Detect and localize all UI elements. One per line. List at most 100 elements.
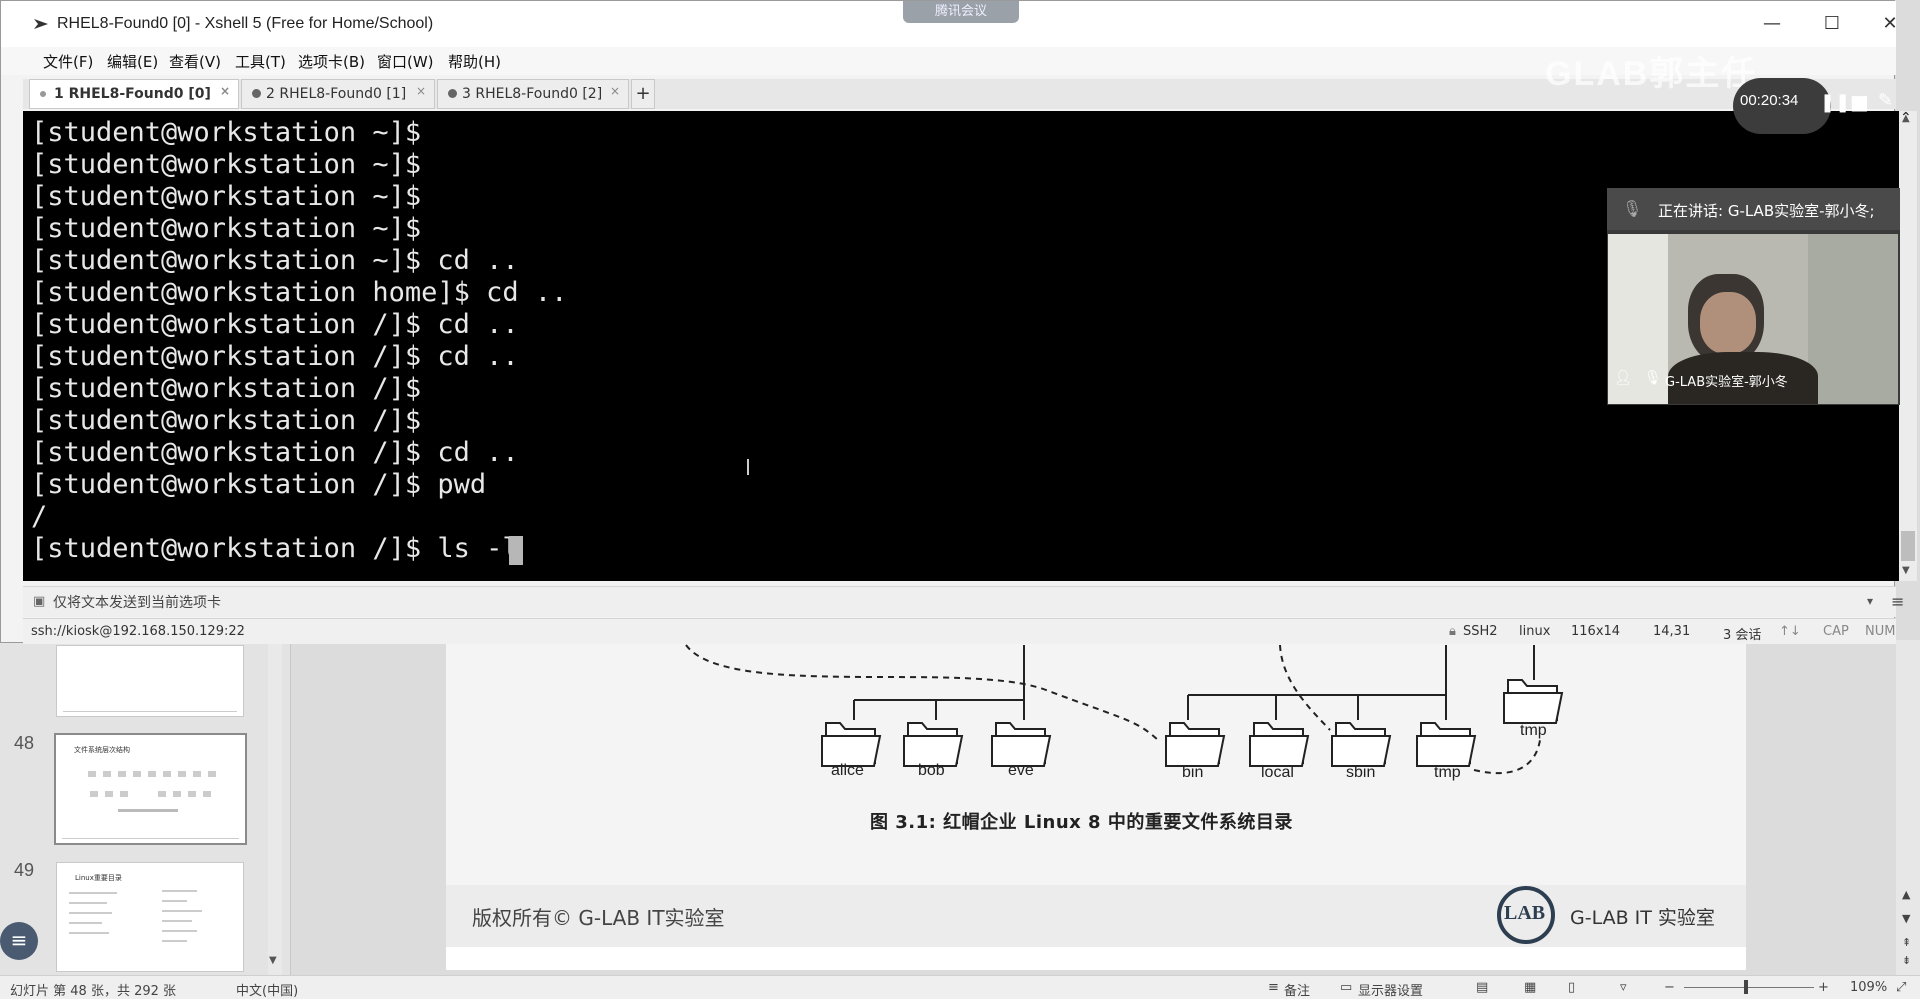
terminal-line: [student@workstation ~]$ (31, 213, 422, 244)
terminal-line: [student@workstation /]$ (31, 373, 422, 404)
slide-number: 48 (14, 733, 35, 753)
session-count: 3 会话 (1723, 628, 1762, 643)
scroll-down-icon[interactable]: ▼ (1902, 565, 1910, 576)
compose-menu-icon[interactable]: ≡ (1891, 592, 1904, 611)
user-icon: 👤︎ (1614, 370, 1632, 386)
terminal-line: [student@workstation /]$ cd .. (31, 437, 519, 468)
watermark: GLAB郭主任 (1545, 55, 1758, 93)
maximize-icon[interactable]: ☐ (1807, 9, 1857, 39)
normal-view-icon[interactable]: ▤ (1476, 980, 1488, 995)
terminal-line: [student@workstation /]$ (31, 405, 422, 436)
terminal-line: [student@workstation /]$ cd .. (31, 341, 519, 372)
fit-window-icon[interactable]: ⤢ (1896, 980, 1906, 995)
zoom-out-icon[interactable]: − (1664, 980, 1675, 995)
slideshow-icon[interactable]: ▿ (1620, 980, 1627, 995)
scroll-down-icon[interactable]: ▼ (1902, 912, 1910, 925)
tab-status-icon (40, 91, 46, 97)
recording-timer: 00:20:34 (1740, 92, 1799, 109)
terminal-line: [student@workstation /]$ pwd (31, 469, 487, 500)
folder-label: local (1261, 764, 1294, 781)
participant-face (1700, 292, 1756, 354)
participant-name: G-LAB实验室-郭小冬 (1665, 375, 1788, 390)
zoom-in-icon[interactable]: + (1818, 980, 1829, 995)
terminal-line: [student@workstation ~]$ (31, 181, 422, 212)
menu-window[interactable]: 窗口(W) (377, 51, 434, 72)
menu-edit[interactable]: 编辑(E) (107, 51, 158, 72)
collapse-icon[interactable]: ⌃ (1900, 110, 1912, 126)
terminal-scroll-thumb[interactable] (1901, 531, 1915, 561)
slide-vertical-scrollbar[interactable]: ▲ ▼ ⇞ ⇟ (1896, 640, 1920, 975)
thumbnail-scrollbar[interactable]: ▼ (268, 640, 282, 975)
microphone-icon: 🎙︎ (1644, 370, 1662, 386)
slide-thumbnail-49[interactable]: Linux重要目录 (56, 862, 244, 972)
compose-icon[interactable]: ▣ (33, 594, 45, 609)
reading-view-icon[interactable]: ▯ (1568, 980, 1575, 995)
slide-thumbnail-47[interactable] (56, 645, 244, 717)
close-icon[interactable]: ✕ (1865, 9, 1915, 39)
prev-slide-icon[interactable]: ⇞ (1902, 936, 1911, 949)
lock-icon: 🔒︎ (1449, 624, 1456, 639)
folder-label: eve (1008, 762, 1034, 779)
compose-bar[interactable]: ▣ ▾ ≡ (23, 586, 1904, 617)
scroll-down-icon[interactable]: ▼ (269, 955, 277, 966)
figure-caption: 图 3.1: 红帽企业 Linux 8 中的重要文件系统目录 (870, 812, 1293, 833)
slide-thumbnail-48[interactable]: 文件系统层次结构 (54, 733, 247, 845)
meeting-app-tag[interactable]: 腾讯会议 (903, 1, 1019, 23)
tab-close-icon[interactable]: × (220, 84, 230, 98)
pen-icon[interactable]: ✎ (1878, 90, 1893, 111)
notes-button[interactable]: 备注 (1284, 980, 1310, 999)
tab-label: 2 RHEL8-Found0 [1] (266, 86, 407, 102)
tab-session-3[interactable]: 3 RHEL8-Found0 [2] × (437, 79, 629, 109)
pause-icon[interactable]: ❚❚ (1820, 92, 1850, 113)
slide-content-area: alice bob eve bin local sbin tmp tmp (446, 640, 1746, 885)
terminal-line: [student@workstation ~]$ (31, 149, 422, 180)
zoom-slider[interactable] (1684, 987, 1814, 988)
tab-session-2[interactable]: 2 RHEL8-Found0 [1] × (241, 79, 435, 109)
tab-session-1[interactable]: 1 RHEL8-Found0 [0] × (29, 79, 239, 109)
new-tab-button[interactable]: + (631, 79, 655, 109)
slide-sorter-icon[interactable]: ▦ (1524, 980, 1536, 995)
microphone-icon: 🎙︎ (1622, 199, 1643, 218)
menu-help[interactable]: 帮助(H) (448, 51, 501, 72)
slide-thumbnail-title: 文件系统层次结构 (74, 746, 130, 754)
protocol: SSH2 (1463, 624, 1498, 639)
terminal-line: [student@workstation /]$ ls -l (31, 533, 519, 564)
tab-label: 3 RHEL8-Found0 [2] (462, 86, 603, 102)
arrows-icon: ↑↓ (1779, 624, 1801, 639)
presentation-status-bar: 幻灯片 第 48 张，共 292 张 中文(中国) ≡ 备注 ▭ 显示器设置 ▤… (0, 975, 1920, 999)
tab-close-icon[interactable]: × (416, 84, 426, 98)
compose-hint: 仅将文本发送到当前选项卡 (53, 595, 221, 611)
scroll-up-icon[interactable]: ▲ (1902, 888, 1910, 901)
folder-label: tmp (1520, 722, 1547, 739)
stop-icon[interactable]: ■ (1850, 90, 1869, 114)
folder-label: alice (831, 762, 864, 779)
brand-name: G-LAB IT 实验室 (1570, 907, 1715, 929)
folder-label: tmp (1434, 764, 1461, 781)
terminal-line: [student@workstation home]$ cd .. (31, 277, 568, 308)
notes-icon[interactable]: ≡ (1268, 980, 1279, 995)
language-indicator[interactable]: 中文(中国) (236, 980, 298, 999)
slide-count: 幻灯片 第 48 张，共 292 张 (10, 984, 177, 999)
folder-label: sbin (1346, 764, 1376, 781)
tab-close-icon[interactable]: × (610, 84, 620, 98)
cursor-position: 14,31 (1653, 624, 1691, 639)
window-title: RHEL8-Found0 [0] - Xshell 5 (Free for Ho… (57, 15, 434, 32)
terminal-scrollbar[interactable]: ▲ ▼ (1899, 111, 1917, 581)
minimize-icon[interactable]: — (1747, 9, 1797, 39)
lab-logo-text: LAB (1504, 902, 1546, 924)
menu-tabs[interactable]: 选项卡(B) (298, 51, 365, 72)
terminal-cursor (509, 536, 523, 565)
compose-dropdown-icon[interactable]: ▾ (1867, 594, 1873, 608)
zoom-slider-thumb[interactable] (1744, 980, 1748, 994)
terminal-line: / (31, 501, 48, 532)
outline-menu-icon[interactable]: ≡ (0, 922, 38, 960)
zoom-level[interactable]: 109% (1850, 980, 1887, 995)
menu-file[interactable]: 文件(F) (43, 51, 93, 72)
next-slide-icon[interactable]: ⇟ (1902, 954, 1911, 967)
menu-tools[interactable]: 工具(T) (235, 51, 286, 72)
menu-view[interactable]: 查看(V) (169, 51, 221, 72)
video-background (1808, 234, 1898, 404)
num-indicator: NUM (1865, 624, 1896, 639)
display-settings-button[interactable]: 显示器设置 (1358, 980, 1423, 999)
monitor-icon[interactable]: ▭ (1340, 980, 1352, 995)
